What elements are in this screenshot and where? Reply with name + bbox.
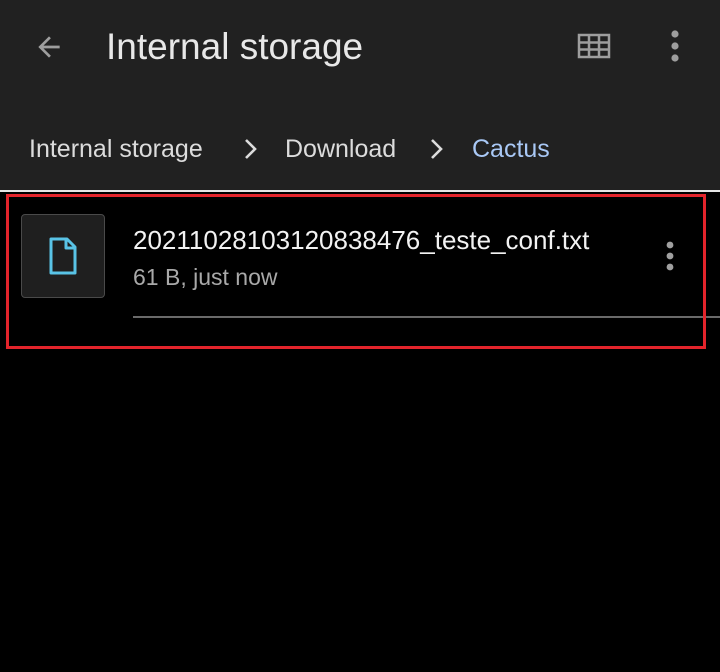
overflow-menu-button[interactable] <box>652 22 698 70</box>
file-name: 20211028103120838476_teste_conf.txt <box>133 225 590 255</box>
breadcrumb-item-internal-storage[interactable]: Internal storage <box>29 134 203 164</box>
breadcrumb-item-download[interactable]: Download <box>285 134 396 164</box>
grid-view-icon <box>577 33 611 59</box>
chevron-right-icon <box>431 139 443 159</box>
top-app-bar: Internal storage Internal storage Downlo… <box>0 0 720 190</box>
file-list-item[interactable]: 20211028103120838476_teste_conf.txt 61 B… <box>0 192 720 342</box>
page-title: Internal storage <box>106 26 364 67</box>
more-vertical-icon <box>666 241 674 271</box>
file-more-button[interactable] <box>650 236 690 276</box>
file-thumbnail <box>21 214 105 298</box>
chevron-right-icon <box>245 139 257 159</box>
breadcrumb: Internal storage Download Cactus <box>0 120 720 180</box>
grid-view-button[interactable] <box>570 22 618 70</box>
breadcrumb-item-cactus[interactable]: Cactus <box>472 134 550 164</box>
back-button[interactable] <box>24 22 74 72</box>
list-divider <box>133 316 720 318</box>
more-vertical-icon <box>671 30 679 62</box>
file-meta: 61 B, just now <box>133 264 278 290</box>
arrow-left-icon <box>38 36 60 58</box>
file-icon <box>49 237 77 275</box>
